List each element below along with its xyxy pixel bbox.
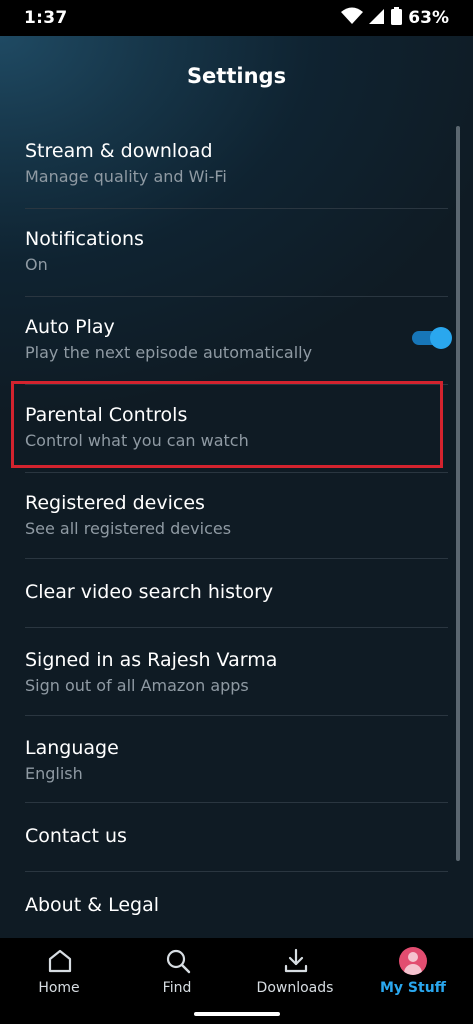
battery-percent: 63% [408,8,449,28]
nav-label: Downloads [256,980,334,996]
settings-item-subtitle: Manage quality and Wi-Fi [25,167,227,186]
status-time: 1:37 [24,8,68,28]
avatar-icon [399,947,427,975]
signal-icon [369,7,385,30]
settings-item-clear-history[interactable]: Clear video search history [0,559,473,627]
settings-item-subtitle: Play the next episode automatically [25,343,313,362]
settings-screen: Settings Stream & download Manage qualit… [0,36,473,938]
settings-item-title: About & Legal [25,894,159,916]
page-title: Settings [186,64,287,88]
divider [25,715,448,716]
divider [25,208,448,209]
highlight-box [11,381,443,468]
settings-item-title: Registered devices [25,492,205,514]
download-icon [283,948,309,974]
settings-item-notifications[interactable]: Notifications On [0,220,473,296]
settings-item-title: Notifications [25,228,144,250]
nav-label: Find [162,980,192,996]
settings-item-language[interactable]: Language English [0,729,473,805]
settings-item-contact-us[interactable]: Contact us [0,803,473,871]
wifi-icon [341,7,364,30]
settings-item-title: Stream & download [25,140,213,162]
settings-item-subtitle: English [25,764,83,783]
divider [25,472,448,473]
nav-label: My Stuff [379,980,446,996]
nav-home[interactable]: Home [0,938,118,1004]
settings-item-subtitle: On [25,255,48,274]
settings-item-title: Language [25,737,119,759]
nav-label: Home [38,980,80,996]
home-indicator [0,1004,473,1024]
status-icons: 63% [341,6,449,30]
settings-item-signed-in[interactable]: Signed in as Rajesh Varma Sign out of al… [0,641,473,717]
divider [25,296,448,297]
settings-item-title: Clear video search history [25,581,274,603]
battery-icon [391,6,403,30]
settings-item-title: Contact us [25,825,127,847]
nav-downloads[interactable]: Downloads [236,938,354,1004]
settings-item-subtitle: Sign out of all Amazon apps [25,676,249,695]
status-bar: 1:37 63% [0,0,473,36]
nav-my-stuff[interactable]: My Stuff [354,938,472,1004]
bottom-nav: Home Find Downloads My Stuff [0,938,473,1004]
home-icon [47,948,73,974]
search-icon [165,948,191,974]
divider [25,627,448,628]
settings-item-subtitle: See all registered devices [25,519,232,538]
settings-item-about-legal[interactable]: About & Legal [0,872,473,938]
toggle-knob [430,327,452,349]
settings-item-autoplay: Auto Play Play the next episode automati… [0,308,473,384]
settings-item-stream-download[interactable]: Stream & download Manage quality and Wi-… [0,132,473,208]
autoplay-toggle[interactable] [412,326,452,350]
settings-item-title: Auto Play [25,316,115,338]
gesture-bar[interactable] [194,1012,280,1016]
nav-find[interactable]: Find [118,938,236,1004]
settings-item-title: Signed in as Rajesh Varma [25,649,278,671]
settings-item-registered-devices[interactable]: Registered devices See all registered de… [0,484,473,560]
